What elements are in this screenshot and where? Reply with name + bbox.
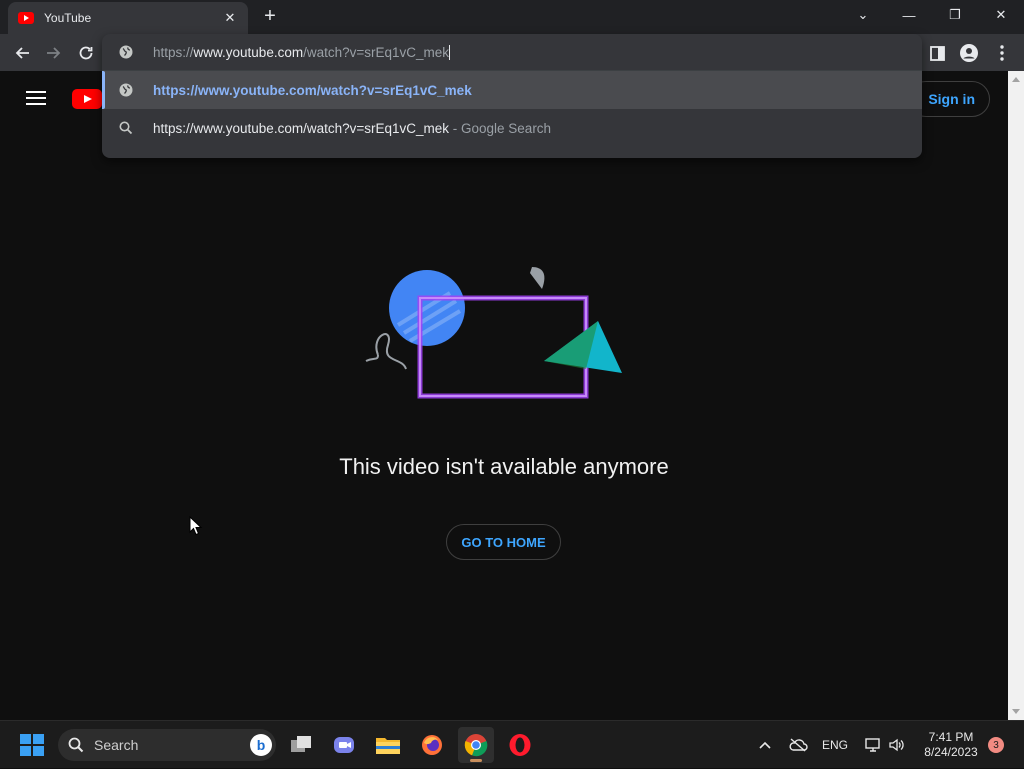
error-message: This video isn't available anymore <box>339 454 669 479</box>
page-scrollbar[interactable] <box>1008 71 1024 720</box>
go-to-home-label: GO TO HOME <box>461 534 546 550</box>
network-icon[interactable] <box>862 721 884 769</box>
mouse-cursor-icon <box>189 516 203 536</box>
notification-badge[interactable]: 3 <box>988 737 1004 753</box>
tab-title: YouTube <box>44 11 92 25</box>
windows-taskbar: Search b ENG 7:41 PM 8/24/2023 3 <box>0 720 1024 768</box>
taskbar-search-icon <box>68 737 84 753</box>
suggestion-url-text: https://www.youtube.com/watch?v=srEq1vC_… <box>153 82 472 98</box>
profile-icon <box>960 44 978 62</box>
omnibox-suggestion-url[interactable]: https://www.youtube.com/watch?v=srEq1vC_… <box>102 71 922 109</box>
omnibox-input[interactable]: https://www.youtube.com/watch?v=srEq1vC_… <box>102 34 922 70</box>
globe-icon <box>119 83 133 97</box>
restore-button[interactable]: ❐ <box>932 0 978 30</box>
forward-arrow-icon <box>47 47 61 59</box>
task-view-icon[interactable] <box>283 727 319 763</box>
url-path: /watch?v=srEq1vC_mek <box>303 44 450 60</box>
kebab-menu-icon <box>1000 45 1004 61</box>
side-panel-icon <box>929 45 945 61</box>
chrome-taskbar-icon[interactable] <box>458 727 494 763</box>
taskbar-search-label: Search <box>94 737 139 753</box>
window-controls: ⌄ — ❐ ✕ <box>840 0 1024 30</box>
new-tab-button[interactable]: + <box>258 4 282 28</box>
youtube-logo[interactable] <box>72 89 102 109</box>
omnibox-suggestion-search[interactable]: https://www.youtube.com/watch?v=srEq1vC_… <box>102 109 922 147</box>
text-caret <box>449 44 451 60</box>
reload-button[interactable] <box>73 40 99 66</box>
suggestion-search-text: https://www.youtube.com/watch?v=srEq1vC_… <box>153 121 551 136</box>
teams-chat-icon[interactable] <box>326 727 362 763</box>
input-language-indicator[interactable]: ENG <box>818 721 852 769</box>
opera-icon[interactable] <box>502 727 538 763</box>
clock-date: 8/24/2023 <box>924 745 978 759</box>
start-button-windows-icon[interactable] <box>20 734 44 756</box>
scroll-up-arrow-icon[interactable] <box>1012 77 1020 82</box>
omnibox-dropdown: https://www.youtube.com/watch?v=srEq1vC_… <box>102 34 922 158</box>
sign-in-label: Sign in <box>928 91 975 107</box>
show-hidden-icons-chevron-icon[interactable] <box>754 721 776 769</box>
hamburger-menu-icon[interactable] <box>26 91 46 105</box>
url-host: www.youtube.com <box>193 44 304 60</box>
close-window-button[interactable]: ✕ <box>978 0 1024 30</box>
search-icon <box>119 121 133 135</box>
suggestion-search-hint: - Google Search <box>449 120 552 136</box>
clock-time: 7:41 PM <box>928 730 974 744</box>
go-to-home-button[interactable]: GO TO HOME <box>446 524 561 560</box>
tab-youtube[interactable]: YouTube ✕ <box>8 2 248 34</box>
suggestion-search-query: https://www.youtube.com/watch?v=srEq1vC_… <box>153 120 450 136</box>
scroll-down-arrow-icon[interactable] <box>1012 709 1020 714</box>
firefox-icon[interactable] <box>414 727 450 763</box>
tab-search-button[interactable]: ⌄ <box>840 0 886 30</box>
volume-icon[interactable] <box>886 721 908 769</box>
side-panel-button[interactable] <box>924 40 950 66</box>
chrome-menu-button[interactable] <box>989 40 1015 66</box>
active-app-indicator <box>470 759 482 762</box>
omnibox-url: https://www.youtube.com/watch?v=srEq1vC_… <box>153 44 451 60</box>
onedrive-offline-icon[interactable] <box>786 721 810 769</box>
bing-icon[interactable]: b <box>250 734 272 756</box>
taskbar-clock[interactable]: 7:41 PM 8/24/2023 <box>916 730 986 760</box>
url-scheme: https:// <box>153 44 194 60</box>
tab-strip: YouTube ✕ + ⌄ — ❐ ✕ <box>0 0 1024 34</box>
minimize-button[interactable]: — <box>886 0 932 30</box>
youtube-page: Sign in This video isn't available anymo… <box>0 71 1008 720</box>
back-button[interactable] <box>9 40 35 66</box>
youtube-favicon-icon <box>18 12 34 24</box>
profile-button[interactable] <box>956 40 982 66</box>
back-arrow-icon <box>15 47 29 59</box>
file-explorer-icon[interactable] <box>370 727 406 763</box>
tab-close-icon[interactable]: ✕ <box>222 10 238 26</box>
site-info-icon[interactable] <box>118 44 134 60</box>
unavailable-illustration <box>365 267 622 399</box>
taskbar-search-box[interactable]: Search b <box>58 729 276 761</box>
reload-icon <box>79 46 93 60</box>
forward-button[interactable] <box>41 40 67 66</box>
